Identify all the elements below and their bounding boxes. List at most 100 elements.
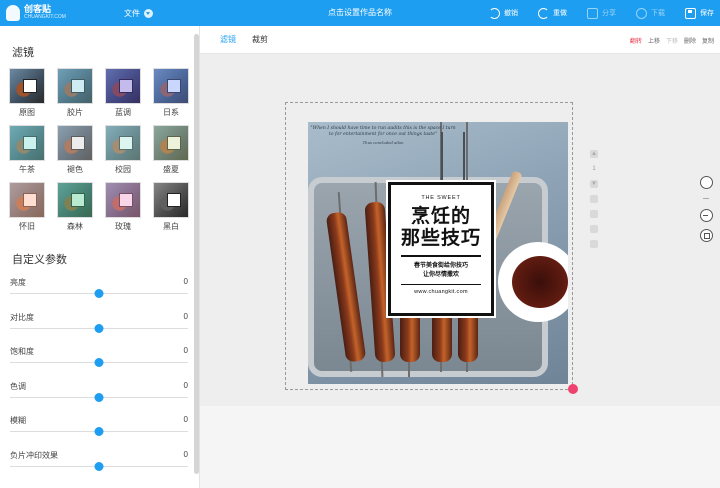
filter-item[interactable]: 褪色 [57, 125, 93, 175]
slider-knob[interactable] [94, 323, 104, 333]
custom-params-title: 自定义参数 [12, 254, 67, 266]
filter-label: 褪色 [67, 165, 83, 174]
filter-thumbnail[interactable] [9, 182, 45, 218]
param-value: 0 [183, 450, 188, 459]
param-label: 负片冲印效果 [10, 451, 58, 460]
selection-box[interactable] [285, 102, 573, 390]
param-value: 0 [183, 415, 188, 425]
filter-label: 森林 [67, 222, 83, 231]
param-value: 0 [183, 346, 188, 356]
document-title[interactable]: 点击设置作品名称 [300, 0, 420, 26]
delete-button[interactable]: 删除 [684, 36, 696, 45]
redo-icon [538, 7, 549, 19]
filter-item[interactable]: 怀旧 [9, 182, 45, 232]
filter-item[interactable]: 盛夏 [153, 125, 189, 175]
filter-label: 玫瑰 [115, 222, 131, 231]
chevron-up-icon[interactable]: ▲ [590, 150, 598, 158]
param-label: 对比度 [10, 312, 34, 322]
redo-button[interactable]: 重做 [538, 7, 567, 19]
zoom-out-icon[interactable] [699, 209, 713, 222]
filter-label: 蓝调 [115, 108, 131, 117]
tab-filter[interactable]: 滤镜 [220, 26, 236, 54]
resize-handle[interactable] [568, 384, 578, 394]
undo-button[interactable]: 撤销 [489, 7, 518, 19]
filters-title: 滤镜 [12, 47, 34, 59]
slider-knob[interactable] [94, 462, 104, 471]
filter-item[interactable]: 日系 [153, 68, 189, 118]
filter-thumbnail[interactable] [105, 125, 141, 161]
logo-subtitle: CHUANGKIT.COM [24, 14, 66, 20]
flip-button[interactable]: 翻转 [630, 36, 642, 45]
filter-thumbnail[interactable] [57, 68, 93, 104]
layers-icon[interactable] [590, 210, 598, 218]
add-page-icon[interactable] [590, 225, 598, 233]
param-label: 饱和度 [10, 347, 34, 357]
filter-label: 日系 [163, 108, 179, 117]
param-slider-row: 负片冲印效果 0 [10, 450, 188, 480]
layer-tools: ▲ 1 ▼ [588, 150, 600, 255]
tab-crop[interactable]: 裁剪 [252, 26, 268, 54]
filter-item[interactable]: 胶片 [57, 68, 93, 118]
share-icon [587, 7, 598, 19]
filter-label: 黑白 [163, 222, 179, 231]
chevron-down-icon [144, 8, 153, 18]
move-up-button[interactable]: 上移 [648, 36, 660, 45]
copy-icon[interactable] [590, 195, 598, 203]
filter-panel: 滤镜 原图 胶片蓝调 日系午茶褪色 校园 盛夏怀旧 森林 玫瑰 黑白 自定义参数 亮度 0 对比度… [0, 26, 200, 488]
filter-thumbnail[interactable] [105, 68, 141, 104]
filter-item[interactable]: 原图 [9, 68, 45, 118]
filter-label: 盛夏 [163, 165, 179, 174]
top-bar: 创客贴 CHUANGKIT.COM 文件 点击设置作品名称 撤销 重做 分享 下… [0, 0, 720, 26]
undo-icon [489, 7, 500, 19]
slider-knob[interactable] [94, 392, 104, 402]
filter-thumbnail[interactable] [153, 182, 189, 218]
page-number: 1 [592, 166, 596, 172]
filter-thumbnail[interactable] [57, 125, 93, 161]
slider-knob[interactable] [94, 427, 104, 437]
filter-label: 原图 [19, 108, 35, 117]
file-menu-label: 文件 [124, 8, 140, 18]
slider-knob[interactable] [94, 358, 104, 368]
filter-thumbnail[interactable] [105, 182, 141, 218]
zoom-in-icon[interactable] [699, 176, 713, 189]
param-label: 色调 [10, 381, 26, 391]
filter-item[interactable]: 校园 [105, 125, 141, 175]
filter-item[interactable]: 玫瑰 [105, 182, 141, 232]
filter-label: 怀旧 [19, 222, 35, 231]
filter-thumbnail[interactable] [9, 125, 45, 161]
filter-item[interactable]: 黑白 [153, 182, 189, 232]
param-value: 0 [183, 380, 188, 390]
duplicate-button[interactable]: 复制 [702, 36, 714, 45]
param-slider-row: 亮度 0 [10, 277, 188, 307]
editor-toolbar: 滤镜 裁剪 翻转 上移 下移 删除 复制 [200, 26, 720, 54]
filter-item[interactable]: 蓝调 [105, 68, 141, 118]
top-actions: 撤销 重做 分享 下载 保存 [469, 0, 714, 26]
param-slider-row: 饱和度 0 [10, 346, 188, 376]
download-button[interactable]: 下载 [636, 7, 665, 19]
file-menu-button[interactable]: 文件 [124, 0, 153, 26]
filter-thumbnail[interactable] [153, 125, 189, 161]
param-value: 0 [183, 277, 188, 286]
filter-thumbnail[interactable] [9, 68, 45, 104]
param-label: 模糊 [10, 416, 26, 426]
trash-icon[interactable] [590, 240, 598, 248]
move-down-button[interactable]: 下移 [666, 36, 678, 45]
filter-label: 校园 [115, 165, 131, 174]
param-label: 亮度 [10, 278, 26, 287]
filter-thumbnail[interactable] [153, 68, 189, 104]
save-icon [685, 7, 696, 19]
slider-knob[interactable] [94, 289, 104, 298]
filter-item[interactable]: 森林 [57, 182, 93, 232]
panel-scrollbar[interactable] [194, 34, 199, 474]
logo-icon [6, 5, 20, 21]
filter-thumbnail[interactable] [57, 182, 93, 218]
page-strip [200, 406, 720, 488]
share-button[interactable]: 分享 [587, 7, 616, 19]
fit-screen-icon[interactable] [699, 229, 713, 242]
save-button[interactable]: 保存 [685, 7, 714, 19]
param-slider-row: 模糊 0 [10, 415, 188, 445]
chevron-down-icon[interactable]: ▼ [590, 180, 598, 188]
app-logo[interactable]: 创客贴 CHUANGKIT.COM [6, 3, 66, 23]
filter-item[interactable]: 午茶 [9, 125, 45, 175]
param-slider-row: 对比度 0 [10, 312, 188, 342]
